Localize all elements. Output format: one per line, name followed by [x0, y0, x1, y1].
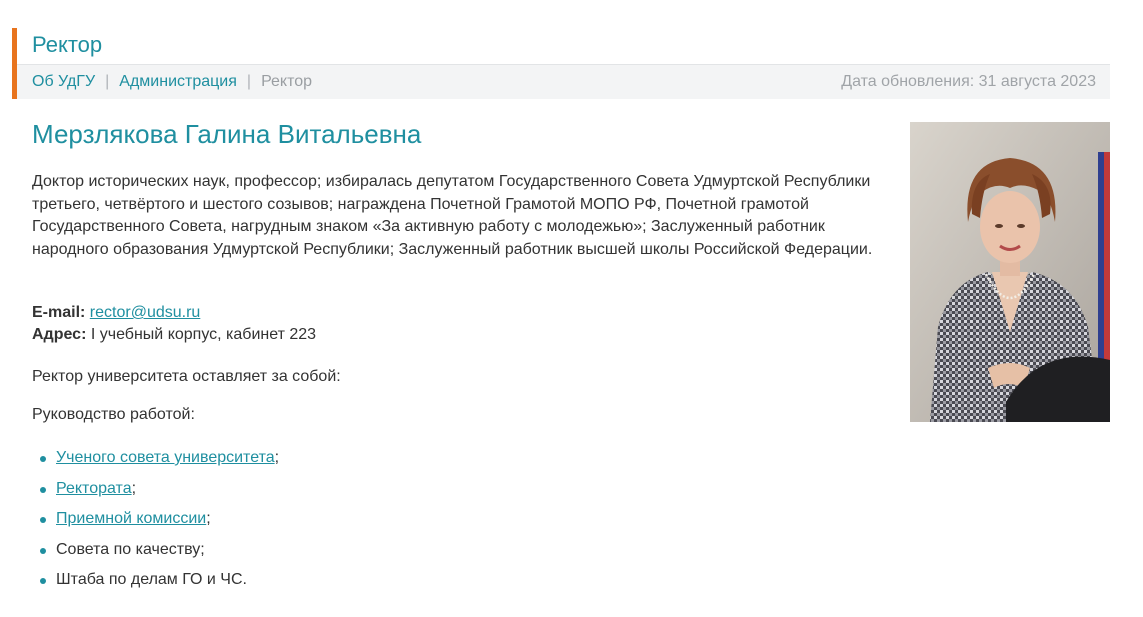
breadcrumb-link-administration[interactable]: Администрация — [119, 73, 237, 90]
reserve-text: Ректор университета оставляет за собой: — [32, 368, 341, 385]
list-item-suffix: ; — [274, 449, 280, 466]
duty-link-rectorate[interactable]: Ректората — [56, 480, 132, 497]
address-label: Адрес: — [32, 326, 87, 343]
list-item: Приемной комиссии; — [38, 507, 279, 538]
portrait-photo — [910, 122, 1110, 422]
bullet-icon — [40, 456, 46, 462]
breadcrumb-separator: | — [246, 73, 252, 90]
list-item-suffix: ; — [131, 479, 137, 497]
address-row: Адрес: I учебный корпус, кабинет 223 — [32, 324, 316, 346]
list-item: Ученого совета университета; — [38, 446, 279, 477]
bullet-icon — [40, 486, 46, 493]
address-value: I учебный корпус, кабинет 223 — [90, 326, 317, 343]
person-name: Мерзлякова Галина Витальевна — [32, 119, 422, 149]
email-label: E-mail: — [32, 304, 86, 321]
bullet-icon — [40, 578, 46, 584]
bullet-icon — [40, 547, 46, 554]
page: Ректор Об УдГУ | Администрация | Ректор Дата… — [0, 0, 1143, 617]
duty-link-academic-council[interactable]: Ученого совета университета — [56, 449, 275, 466]
duty-text-civil-defense: Штаба по делам ГО и ЧС. — [56, 571, 247, 588]
person-bio: Доктор исторических наук, профессор; изб… — [32, 173, 873, 258]
list-item: Ректората; — [38, 477, 279, 508]
email-link[interactable]: rector@udsu.ru — [90, 304, 201, 321]
breadcrumb-separator: | — [105, 73, 110, 90]
breadcrumb: Об УдГУ | Администрация | Ректор — [32, 72, 312, 92]
bullet-icon — [40, 517, 46, 523]
breadcrumb-bar: Об УдГУ | Администрация | Ректор Дата обновл… — [17, 64, 1110, 99]
duty-text-quality-council: Совета по качеству; — [56, 540, 205, 558]
duty-link-admissions[interactable]: Приемной комиссии — [56, 510, 206, 527]
list-item-suffix: ; — [206, 510, 211, 527]
breadcrumb-link-about[interactable]: Об УдГУ — [32, 73, 95, 90]
contacts: E-mail: rector@udsu.ru Адрес: I учебный … — [32, 302, 316, 346]
lead-text: Руководство работой: — [32, 406, 195, 423]
page-title: Ректор — [32, 32, 103, 57]
update-date: Дата обновления: 31 августа 2023 — [841, 73, 1096, 90]
list-item: Совета по качеству; — [38, 538, 279, 569]
list-item: Штаба по делам ГО и ЧС. — [38, 568, 279, 599]
email-row: E-mail: rector@udsu.ru — [32, 302, 316, 324]
duties-list: Ученого совета университета; Ректората; … — [38, 446, 279, 599]
page-header: Ректор Об УдГУ | Администрация | Ректор Дата… — [12, 28, 1110, 99]
breadcrumb-current: Ректор — [261, 73, 313, 90]
